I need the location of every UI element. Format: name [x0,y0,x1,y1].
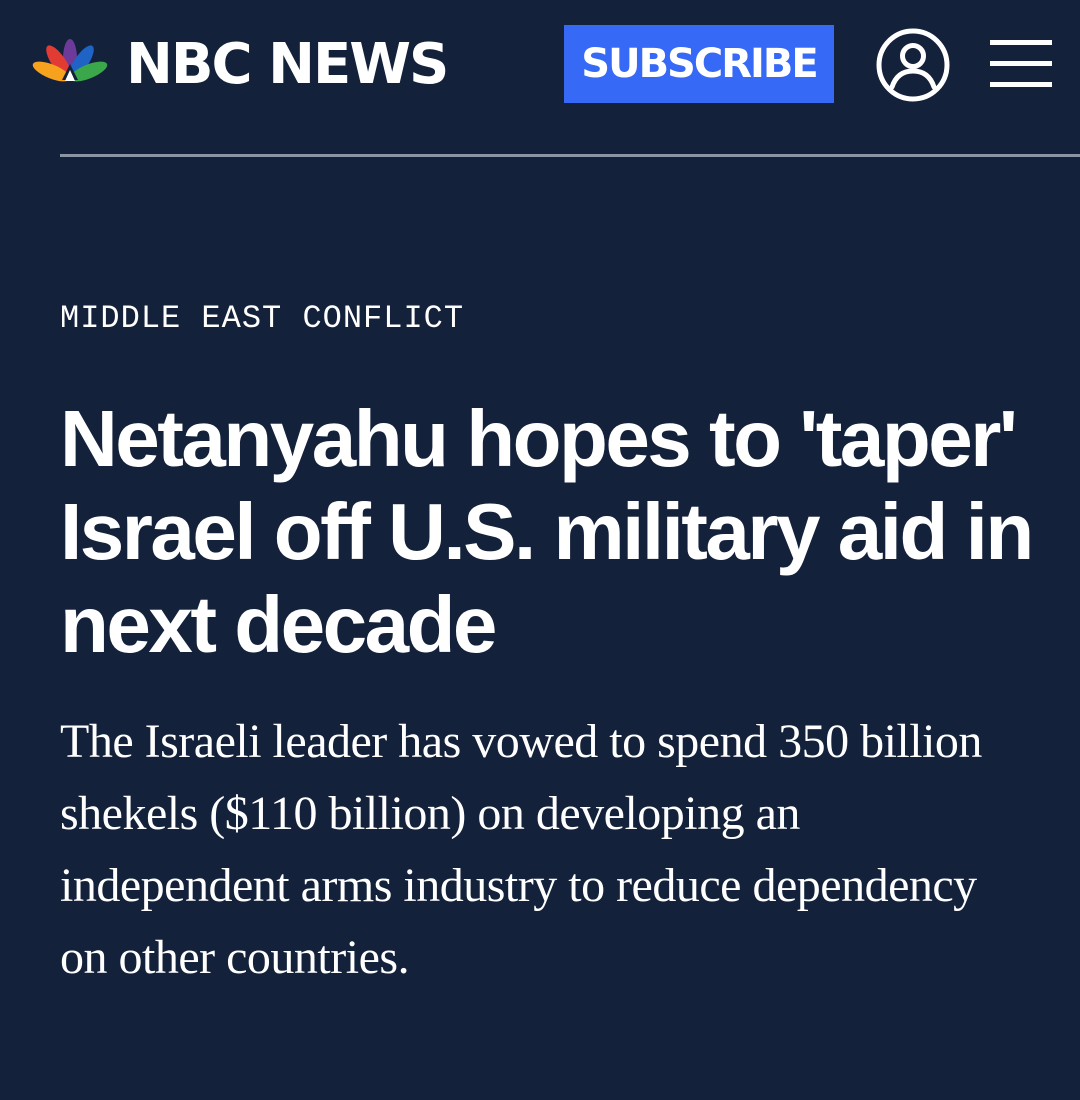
article-dek: The Israeli leader has vowed to spend 35… [60,715,982,984]
top-navigation-bar: NBC NEWS SUBSCRIBE [0,0,1080,130]
user-circle-icon [876,28,950,102]
logo-wordmark: NBC NEWS [126,32,449,97]
account-button[interactable] [875,27,951,103]
header-divider [60,154,1080,157]
subscribe-button[interactable]: SUBSCRIBE [564,25,834,103]
nbc-news-logo[interactable]: NBC NEWS [28,30,449,100]
peacock-icon [32,39,108,82]
article-headline: Netanyahu hopes to 'taper' Israel off U.… [60,394,1034,669]
hamburger-menu-icon [990,40,1052,87]
menu-button[interactable] [990,37,1052,91]
category-label[interactable]: MIDDLE EAST CONFLICT [60,300,464,337]
